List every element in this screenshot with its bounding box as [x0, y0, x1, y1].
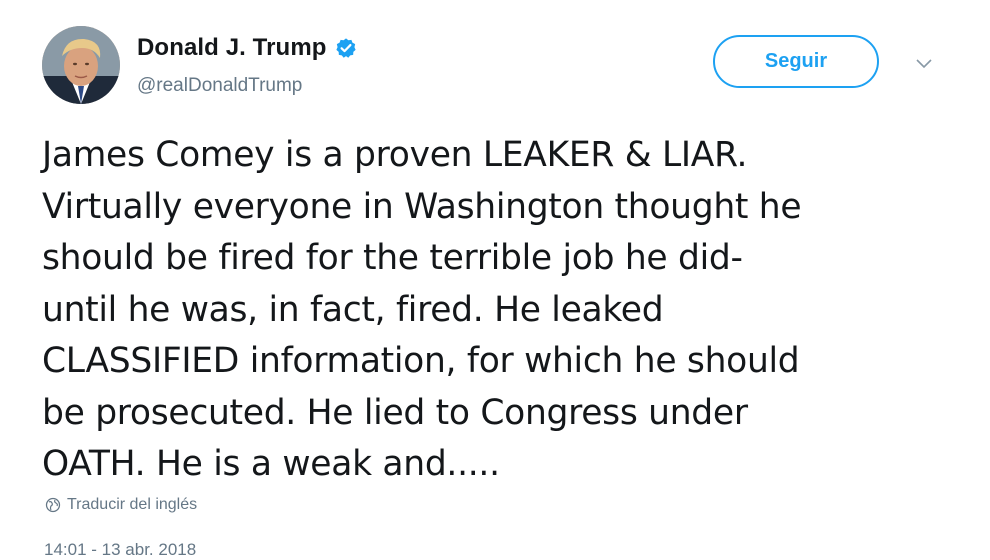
tweet-text: James Comey is a proven LEAKER & LIAR. V… — [42, 130, 942, 491]
tweet-card: Donald J. Trump @realDonaldTrump Seguir … — [0, 0, 990, 559]
tweet-text-line: be prosecuted. He lied to Congress under — [42, 392, 748, 433]
tweet-text-line: CLASSIFIED information, for which he sho… — [42, 341, 800, 381]
chevron-down-icon[interactable] — [914, 56, 934, 70]
profile-photo-icon — [42, 26, 120, 104]
author-handle[interactable]: @realDonaldTrump — [137, 75, 302, 97]
globe-icon — [45, 497, 61, 513]
tweet-text-line: should be fired for the terrible job he … — [42, 238, 743, 278]
tweet-text-line: James Comey is a proven LEAKER & LIAR. — [42, 135, 748, 175]
author-display-name[interactable]: Donald J. Trump — [137, 34, 327, 62]
tweet-text-line: OATH. He is a weak and..... — [42, 444, 500, 484]
tweet-text-line: until he was, in fact, fired. He leaked — [42, 289, 664, 330]
verified-badge-icon — [335, 37, 357, 59]
avatar[interactable] — [42, 26, 120, 104]
translate-label: Traducir del inglés — [67, 496, 198, 513]
translate-link[interactable]: Traducir del inglés — [45, 496, 197, 514]
author-name-row: Donald J. Trump — [137, 32, 357, 64]
tweet-text-line: Virtually everyone in Washington thought… — [42, 186, 802, 227]
tweet-timestamp[interactable]: 14:01 - 13 abr. 2018 — [44, 540, 196, 560]
follow-button[interactable]: Seguir — [713, 35, 879, 88]
